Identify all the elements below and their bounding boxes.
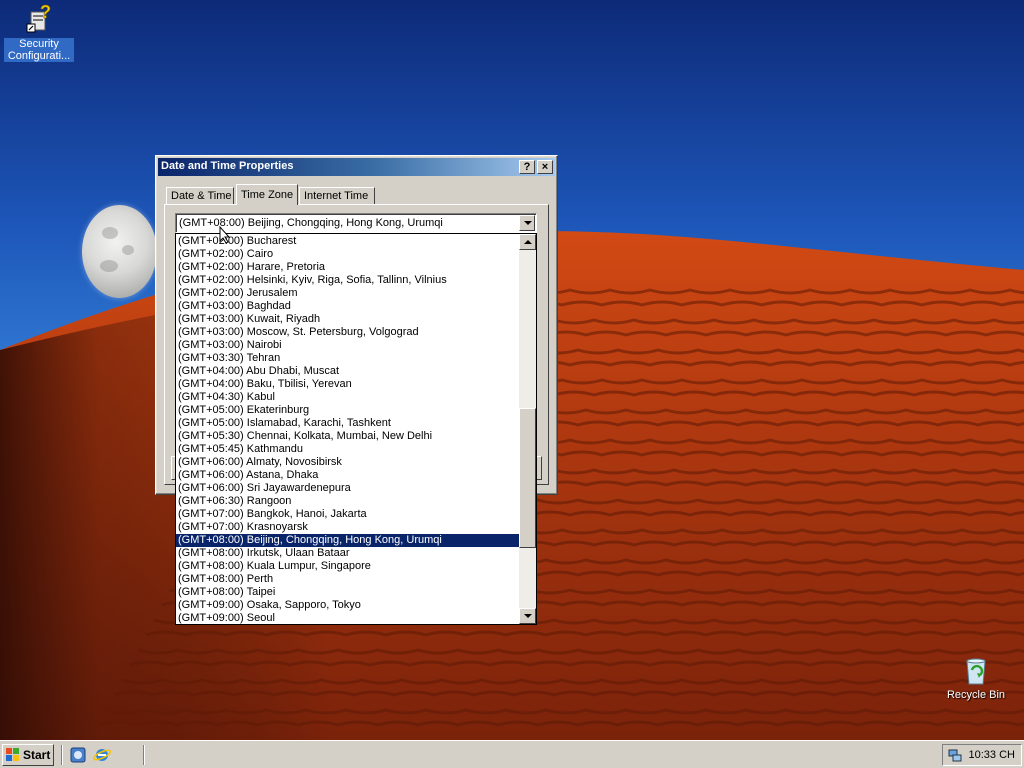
help-button[interactable]: ? [519,160,535,174]
time-zone-option[interactable]: (GMT+03:00) Kuwait, Riyadh [176,313,520,326]
svg-text:?: ? [40,4,51,22]
tab-date-time[interactable]: Date & Time [166,187,234,204]
time-zone-option[interactable]: (GMT+05:00) Ekaterinburg [176,404,520,417]
time-zone-option[interactable]: (GMT+09:00) Seoul [176,612,520,624]
tab-time-zone[interactable]: Time Zone [236,184,298,205]
time-zone-option[interactable]: (GMT+08:00) Taipei [176,586,520,599]
time-zone-option[interactable]: (GMT+04:00) Baku, Tbilisi, Yerevan [176,378,520,391]
windows-flag-icon [6,748,19,761]
time-zone-option[interactable]: (GMT+05:00) Islamabad, Karachi, Tashkent [176,417,520,430]
tab-internet-time[interactable]: Internet Time [299,187,375,204]
time-zone-option[interactable]: (GMT+08:00) Perth [176,573,520,586]
time-zone-option[interactable]: (GMT+07:00) Krasnoyarsk [176,521,520,534]
time-zone-option[interactable]: (GMT+05:45) Kathmandu [176,443,520,456]
close-button[interactable]: × [537,160,553,174]
time-zone-option[interactable]: (GMT+08:00) Kuala Lumpur, Singapore [176,560,520,573]
scroll-up-button[interactable] [519,234,536,250]
time-zone-option[interactable]: (GMT+08:00) Beijing, Chongqing, Hong Kon… [176,534,520,547]
security-config-icon: ? [23,2,55,36]
network-tray-icon[interactable] [947,747,963,763]
scroll-thumb[interactable] [519,408,536,548]
time-zone-option[interactable]: (GMT+05:30) Chennai, Kolkata, Mumbai, Ne… [176,430,520,443]
desktop-icon-recycle-bin[interactable]: Recycle Bin [941,655,1011,701]
time-zone-option[interactable]: (GMT+06:00) Sri Jayawardenepura [176,482,520,495]
dialog-title: Date and Time Properties [161,160,294,172]
desktop-icon-label: Security Configurati... [4,38,74,62]
desktop-icon-label: Recycle Bin [946,689,1006,701]
dialog-titlebar[interactable]: Date and Time Properties ? × [158,158,555,176]
dropdown-vertical-scrollbar[interactable] [519,234,536,624]
time-zone-option[interactable]: (GMT+02:00) Jerusalem [176,287,520,300]
time-zone-options: (GMT+02:00) Bucharest (GMT+02:00) Cairo (G… [176,235,520,624]
time-zone-option[interactable]: (GMT+03:00) Nairobi [176,339,520,352]
recycle-bin-icon [960,655,992,687]
time-zone-dropdown-list[interactable]: (GMT+02:00) Bucharest (GMT+02:00) Cairo (G… [175,233,537,625]
time-zone-option[interactable]: (GMT+06:00) Almaty, Novosibirsk [176,456,520,469]
time-zone-option[interactable]: (GMT+03:00) Baghdad [176,300,520,313]
start-label: Start [23,748,51,762]
start-button[interactable]: Start [2,744,54,766]
time-zone-option[interactable]: (GMT+08:00) Irkutsk, Ulaan Bataar [176,547,520,560]
taskbar: Start 10:33 CH [0,740,1024,768]
chevron-down-icon [524,221,532,225]
time-zone-option[interactable]: (GMT+09:00) Osaka, Sapporo, Tokyo [176,599,520,612]
internet-explorer-icon[interactable] [93,746,111,764]
scroll-down-arrow-icon [524,614,532,618]
taskbar-clock[interactable]: 10:33 CH [969,749,1015,761]
time-zone-option[interactable]: (GMT+07:00) Bangkok, Hanoi, Jakarta [176,508,520,521]
combobox-dropdown-button[interactable] [519,215,535,231]
time-zone-option[interactable]: (GMT+04:00) Abu Dhabi, Muscat [176,365,520,378]
desktop-icon-security-configuration[interactable]: ? Security Configurati... [4,2,74,62]
time-zone-option[interactable]: (GMT+03:00) Moscow, St. Petersburg, Volg… [176,326,520,339]
server-manager-icon[interactable] [69,746,87,764]
taskbar-separator [143,745,145,765]
time-zone-option[interactable]: (GMT+04:30) Kabul [176,391,520,404]
time-zone-option[interactable]: (GMT+02:00) Helsinki, Kyiv, Riga, Sofia,… [176,274,520,287]
system-tray: 10:33 CH [942,744,1022,766]
time-zone-option[interactable]: (GMT+03:30) Tehran [176,352,520,365]
scroll-down-button[interactable] [519,608,536,624]
time-zone-option[interactable]: (GMT+06:30) Rangoon [176,495,520,508]
time-zone-option[interactable]: (GMT+02:00) Harare, Pretoria [176,261,520,274]
time-zone-option[interactable]: (GMT+06:00) Astana, Dhaka [176,469,520,482]
time-zone-option[interactable]: (GMT+02:00) Cairo [176,248,520,261]
taskbar-separator [61,745,63,765]
mouse-cursor-icon [219,226,231,244]
scroll-up-arrow-icon [524,240,532,244]
